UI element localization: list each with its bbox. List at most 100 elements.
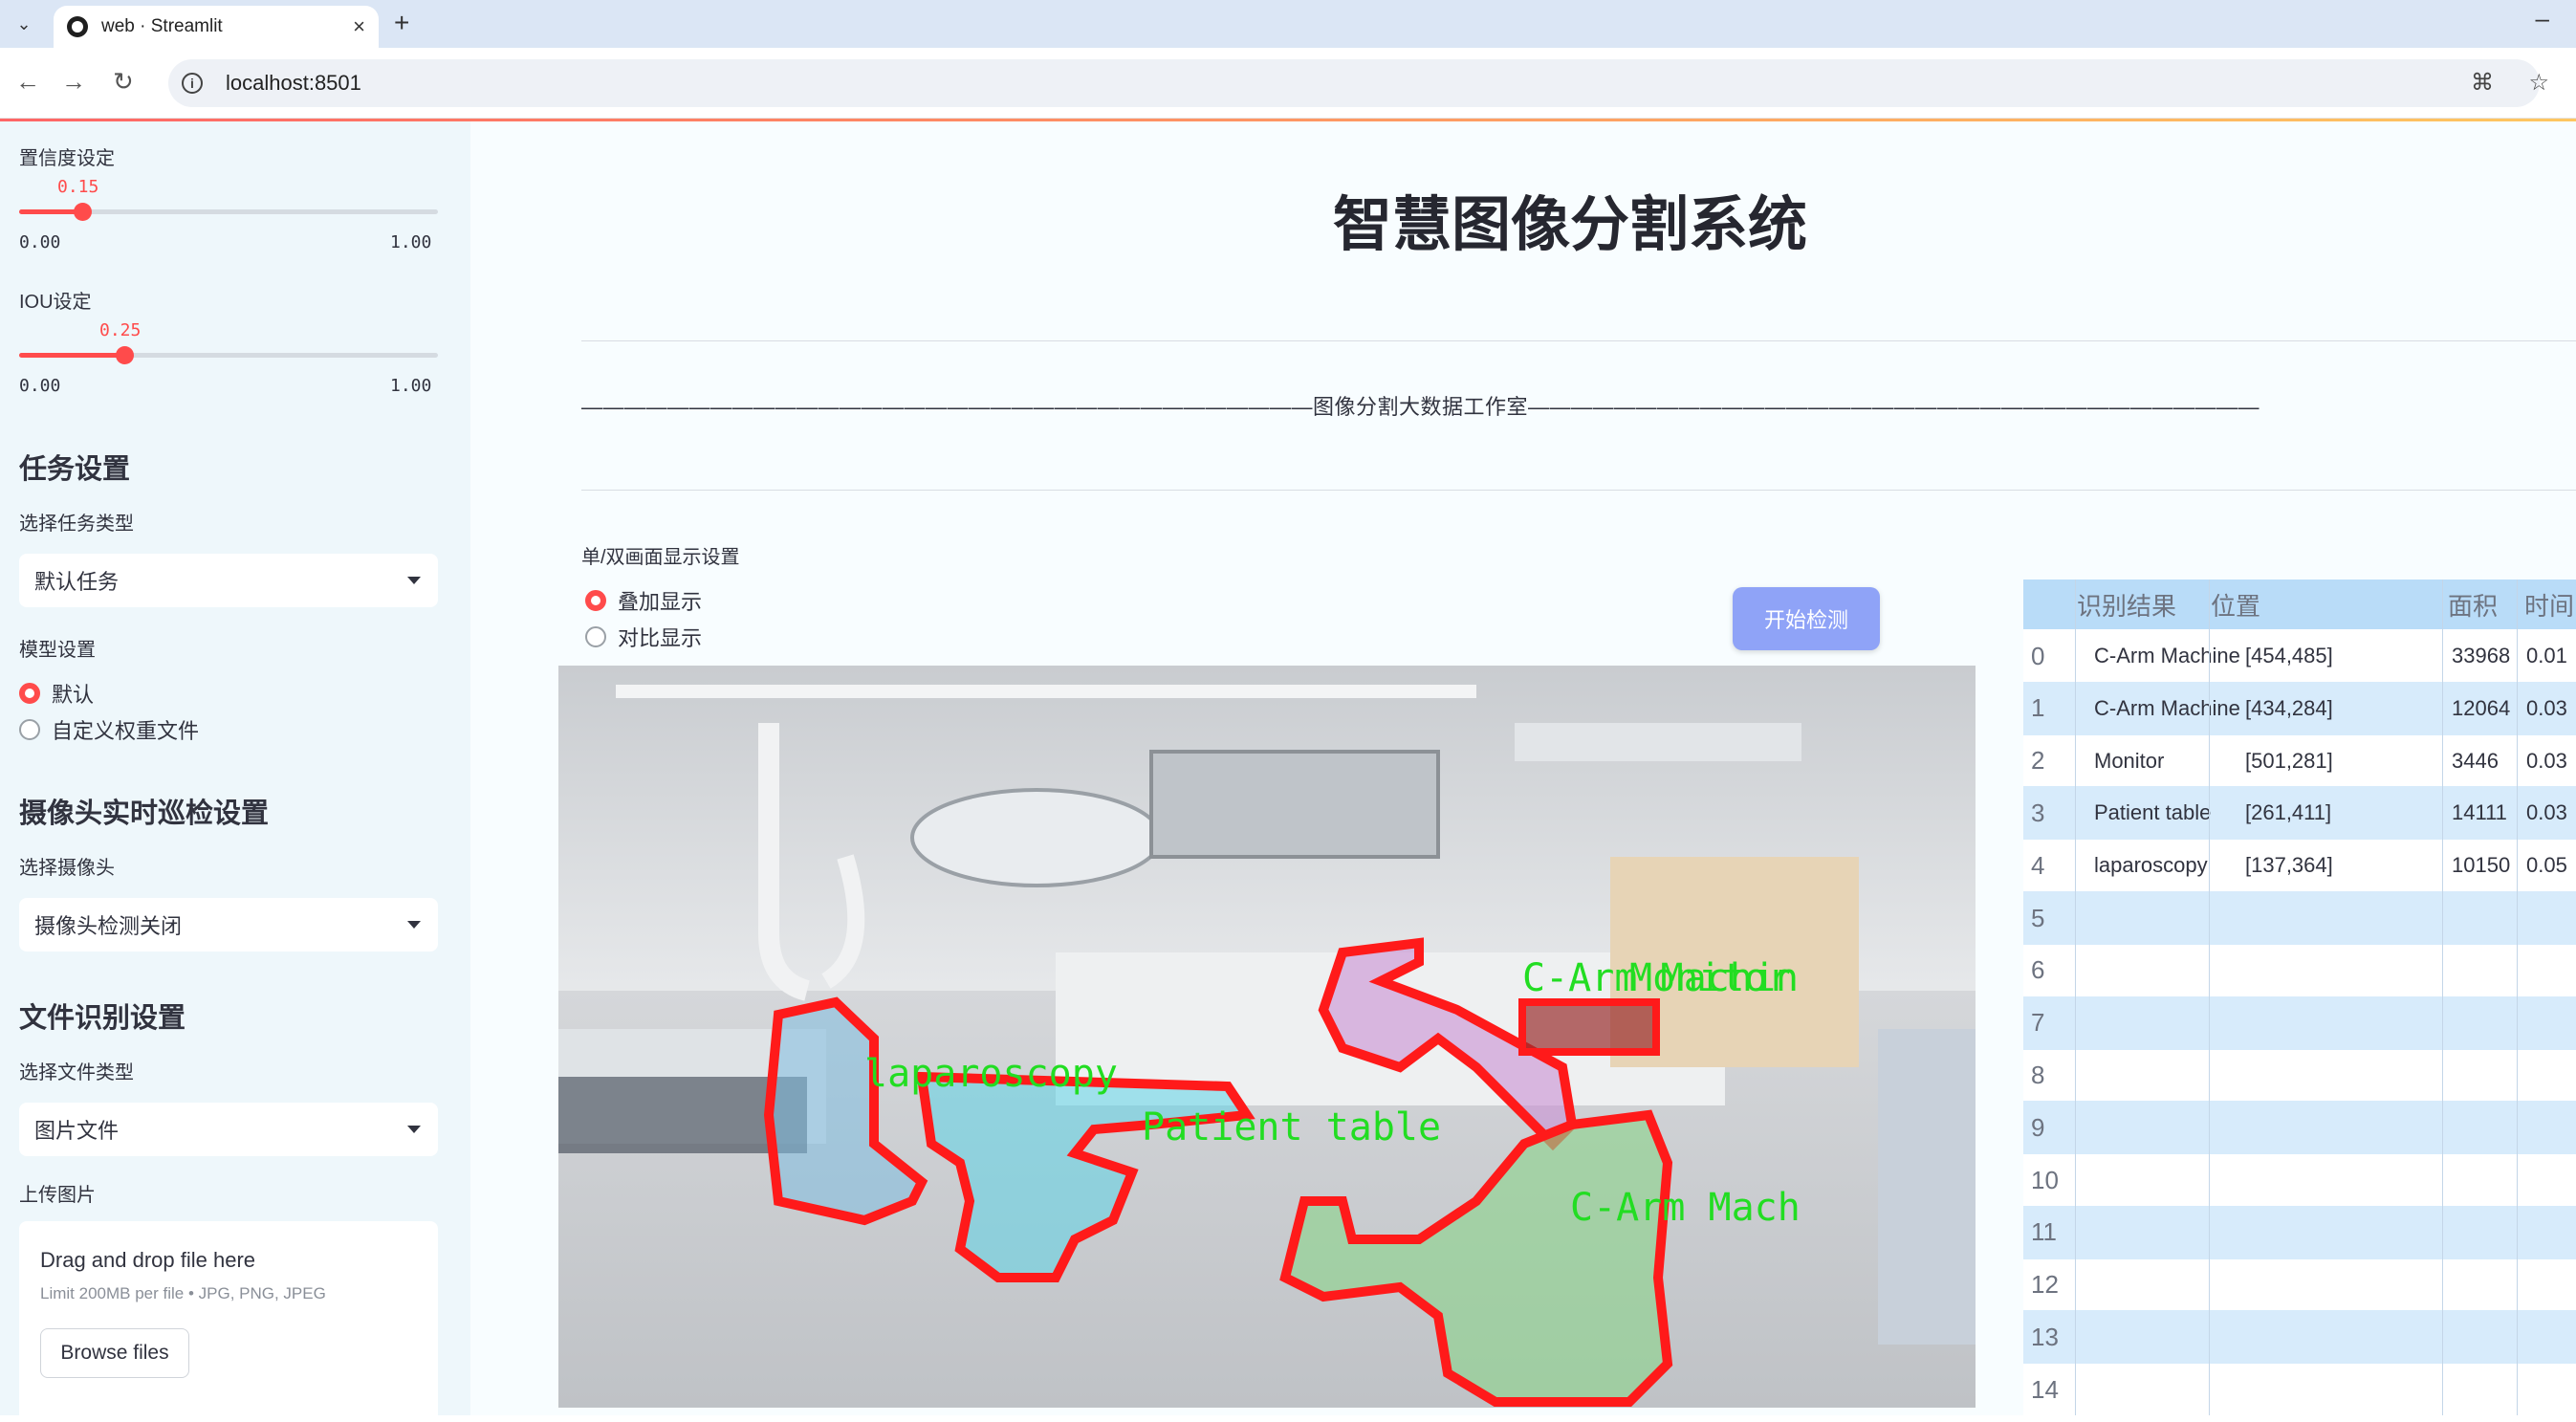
column-header-position[interactable]: 位置: [2211, 580, 2260, 629]
file-type-select[interactable]: 图片文件: [19, 1103, 438, 1156]
reload-icon[interactable]: ↻: [113, 67, 134, 97]
row-index: 3: [2031, 798, 2045, 827]
time-cell: 0.01: [2526, 644, 2567, 667]
confidence-max: 1.00: [390, 232, 432, 252]
model-option-default[interactable]: 默认: [19, 678, 94, 709]
sidebar: 置信度设定 0.15 0.00 1.00 IOU设定 0.25 0.00 1.0…: [0, 121, 470, 1422]
table-row[interactable]: 10: [2023, 1153, 2576, 1207]
start-detection-button[interactable]: 开始检测: [1733, 587, 1880, 650]
back-arrow-icon[interactable]: ←: [15, 67, 40, 97]
results-table[interactable]: 识别结果 位置 面积 时间 0 C-Arm Machine [454,485] 339…: [2023, 580, 2576, 1415]
confidence-min: 0.00: [19, 232, 61, 252]
overlay-label: Monitor: [1629, 956, 1791, 1000]
table-row[interactable]: 14: [2023, 1363, 2576, 1415]
column-separator: [2209, 580, 2210, 1415]
iou-min: 0.00: [19, 376, 61, 396]
model-option-custom[interactable]: 自定义权重文件: [19, 714, 199, 745]
position-cell: [261,411]: [2245, 800, 2332, 825]
forward-arrow-icon[interactable]: →: [61, 67, 86, 97]
iou-slider[interactable]: [19, 346, 438, 364]
column-separator: [2517, 580, 2518, 1415]
file-dropzone[interactable]: Drag and drop file here Limit 200MB per …: [19, 1221, 438, 1422]
iou-max: 1.00: [390, 376, 432, 396]
display-option-compare[interactable]: 对比显示: [585, 622, 702, 652]
table-row[interactable]: 4 laparoscopy [137,364] 10150 0.05: [2023, 839, 2576, 892]
area-cell: 14111: [2452, 800, 2507, 825]
url-text: localhost:8501: [226, 71, 361, 95]
table-row[interactable]: 9: [2023, 1101, 2576, 1155]
column-header-area[interactable]: 面积: [2448, 580, 2498, 629]
table-row[interactable]: 6: [2023, 944, 2576, 997]
divider: [581, 340, 2576, 341]
confidence-slider[interactable]: [19, 203, 438, 221]
confidence-value: 0.15: [57, 177, 99, 197]
iou-value: 0.25: [99, 320, 142, 340]
result-cell: Patient table: [2094, 800, 2212, 825]
column-header-time[interactable]: 时间: [2524, 580, 2574, 629]
row-index: 13: [2031, 1322, 2059, 1351]
camera-select[interactable]: 摄像头检测关闭: [19, 898, 438, 952]
position-cell: [454,485]: [2245, 644, 2333, 667]
chevron-down-icon: [407, 1126, 421, 1133]
row-index: 4: [2031, 850, 2045, 880]
model-settings-label: 模型设置: [19, 640, 96, 661]
radio-unselected-icon[interactable]: [19, 719, 40, 740]
table-row[interactable]: 3 Patient table [261,411] 14111 0.03: [2023, 786, 2576, 841]
close-tab-icon[interactable]: ×: [353, 14, 365, 39]
display-option-label: 叠加显示: [618, 590, 703, 614]
radio-selected-icon[interactable]: [585, 590, 606, 611]
page-title: 智慧图像分割系统: [1333, 192, 1808, 258]
area-cell: 3446: [2452, 748, 2499, 773]
task-type-label: 选择任务类型: [19, 514, 134, 535]
task-type-value: 默认任务: [34, 570, 120, 594]
streamlit-app: 置信度设定 0.15 0.00 1.00 IOU设定 0.25 0.00 1.0…: [0, 119, 2576, 1422]
table-row[interactable]: 1 C-Arm Machine [434,284] 12064 0.03: [2023, 681, 2576, 735]
table-row[interactable]: 7: [2023, 995, 2576, 1050]
chevron-down-icon: [407, 577, 421, 584]
tab-list-chevron-icon[interactable]: ⌄: [10, 10, 38, 38]
url-field[interactable]: i localhost:8501: [168, 59, 2540, 107]
radio-selected-icon[interactable]: [19, 683, 40, 704]
row-index: 10: [2031, 1165, 2059, 1194]
bookmark-star-icon[interactable]: ☆: [2528, 69, 2549, 97]
row-index: 0: [2031, 641, 2045, 670]
table-row[interactable]: 5: [2023, 891, 2576, 945]
browse-files-button[interactable]: Browse files: [40, 1328, 189, 1378]
position-cell: [434,284]: [2245, 695, 2333, 720]
row-index: 6: [2031, 955, 2045, 985]
task-settings-heading: 任务设置: [19, 454, 131, 485]
upload-label: 上传图片: [19, 1185, 96, 1206]
display-option-label: 对比显示: [618, 626, 703, 650]
chevron-down-icon: [407, 921, 421, 929]
table-row[interactable]: 0 C-Arm Machine [454,485] 33968 0.01: [2023, 629, 2576, 683]
row-index: 14: [2031, 1374, 2059, 1404]
model-option-label: 自定义权重文件: [52, 719, 200, 743]
overlay-label: laparoscopy: [864, 1052, 1118, 1096]
display-mode-label: 单/双画面显示设置: [581, 547, 740, 568]
table-row[interactable]: 11: [2023, 1205, 2576, 1259]
model-option-label: 默认: [52, 683, 95, 707]
task-type-select[interactable]: 默认任务: [19, 554, 438, 607]
row-index: 2: [2031, 746, 2045, 776]
display-option-overlay[interactable]: 叠加显示: [585, 585, 702, 616]
time-cell: 0.03: [2526, 748, 2567, 773]
confidence-slider-thumb[interactable]: [73, 203, 92, 221]
iou-label: IOU设定: [19, 292, 92, 313]
table-header-row: 识别结果 位置 面积 时间: [2023, 580, 2576, 629]
new-tab-icon[interactable]: +: [394, 8, 409, 38]
table-row[interactable]: 8: [2023, 1048, 2576, 1102]
camera-settings-heading: 摄像头实时巡检设置: [19, 799, 270, 829]
table-row[interactable]: 2 Monitor [501,281] 3446 0.03: [2023, 734, 2576, 788]
radio-unselected-icon[interactable]: [585, 626, 606, 647]
translate-icon[interactable]: ⌘: [2471, 69, 2494, 97]
browser-tab[interactable]: web · Streamlit ×: [54, 6, 379, 48]
column-separator: [2075, 580, 2076, 1415]
iou-slider-thumb[interactable]: [115, 346, 134, 364]
column-header-result[interactable]: 识别结果: [2077, 580, 2176, 629]
site-info-icon[interactable]: i: [182, 73, 203, 94]
table-row[interactable]: 13: [2023, 1310, 2576, 1365]
table-row[interactable]: 12: [2023, 1258, 2576, 1312]
minimize-window-icon[interactable]: –: [2536, 4, 2549, 33]
time-cell: 0.03: [2526, 800, 2567, 825]
area-cell: 10150: [2452, 853, 2511, 878]
